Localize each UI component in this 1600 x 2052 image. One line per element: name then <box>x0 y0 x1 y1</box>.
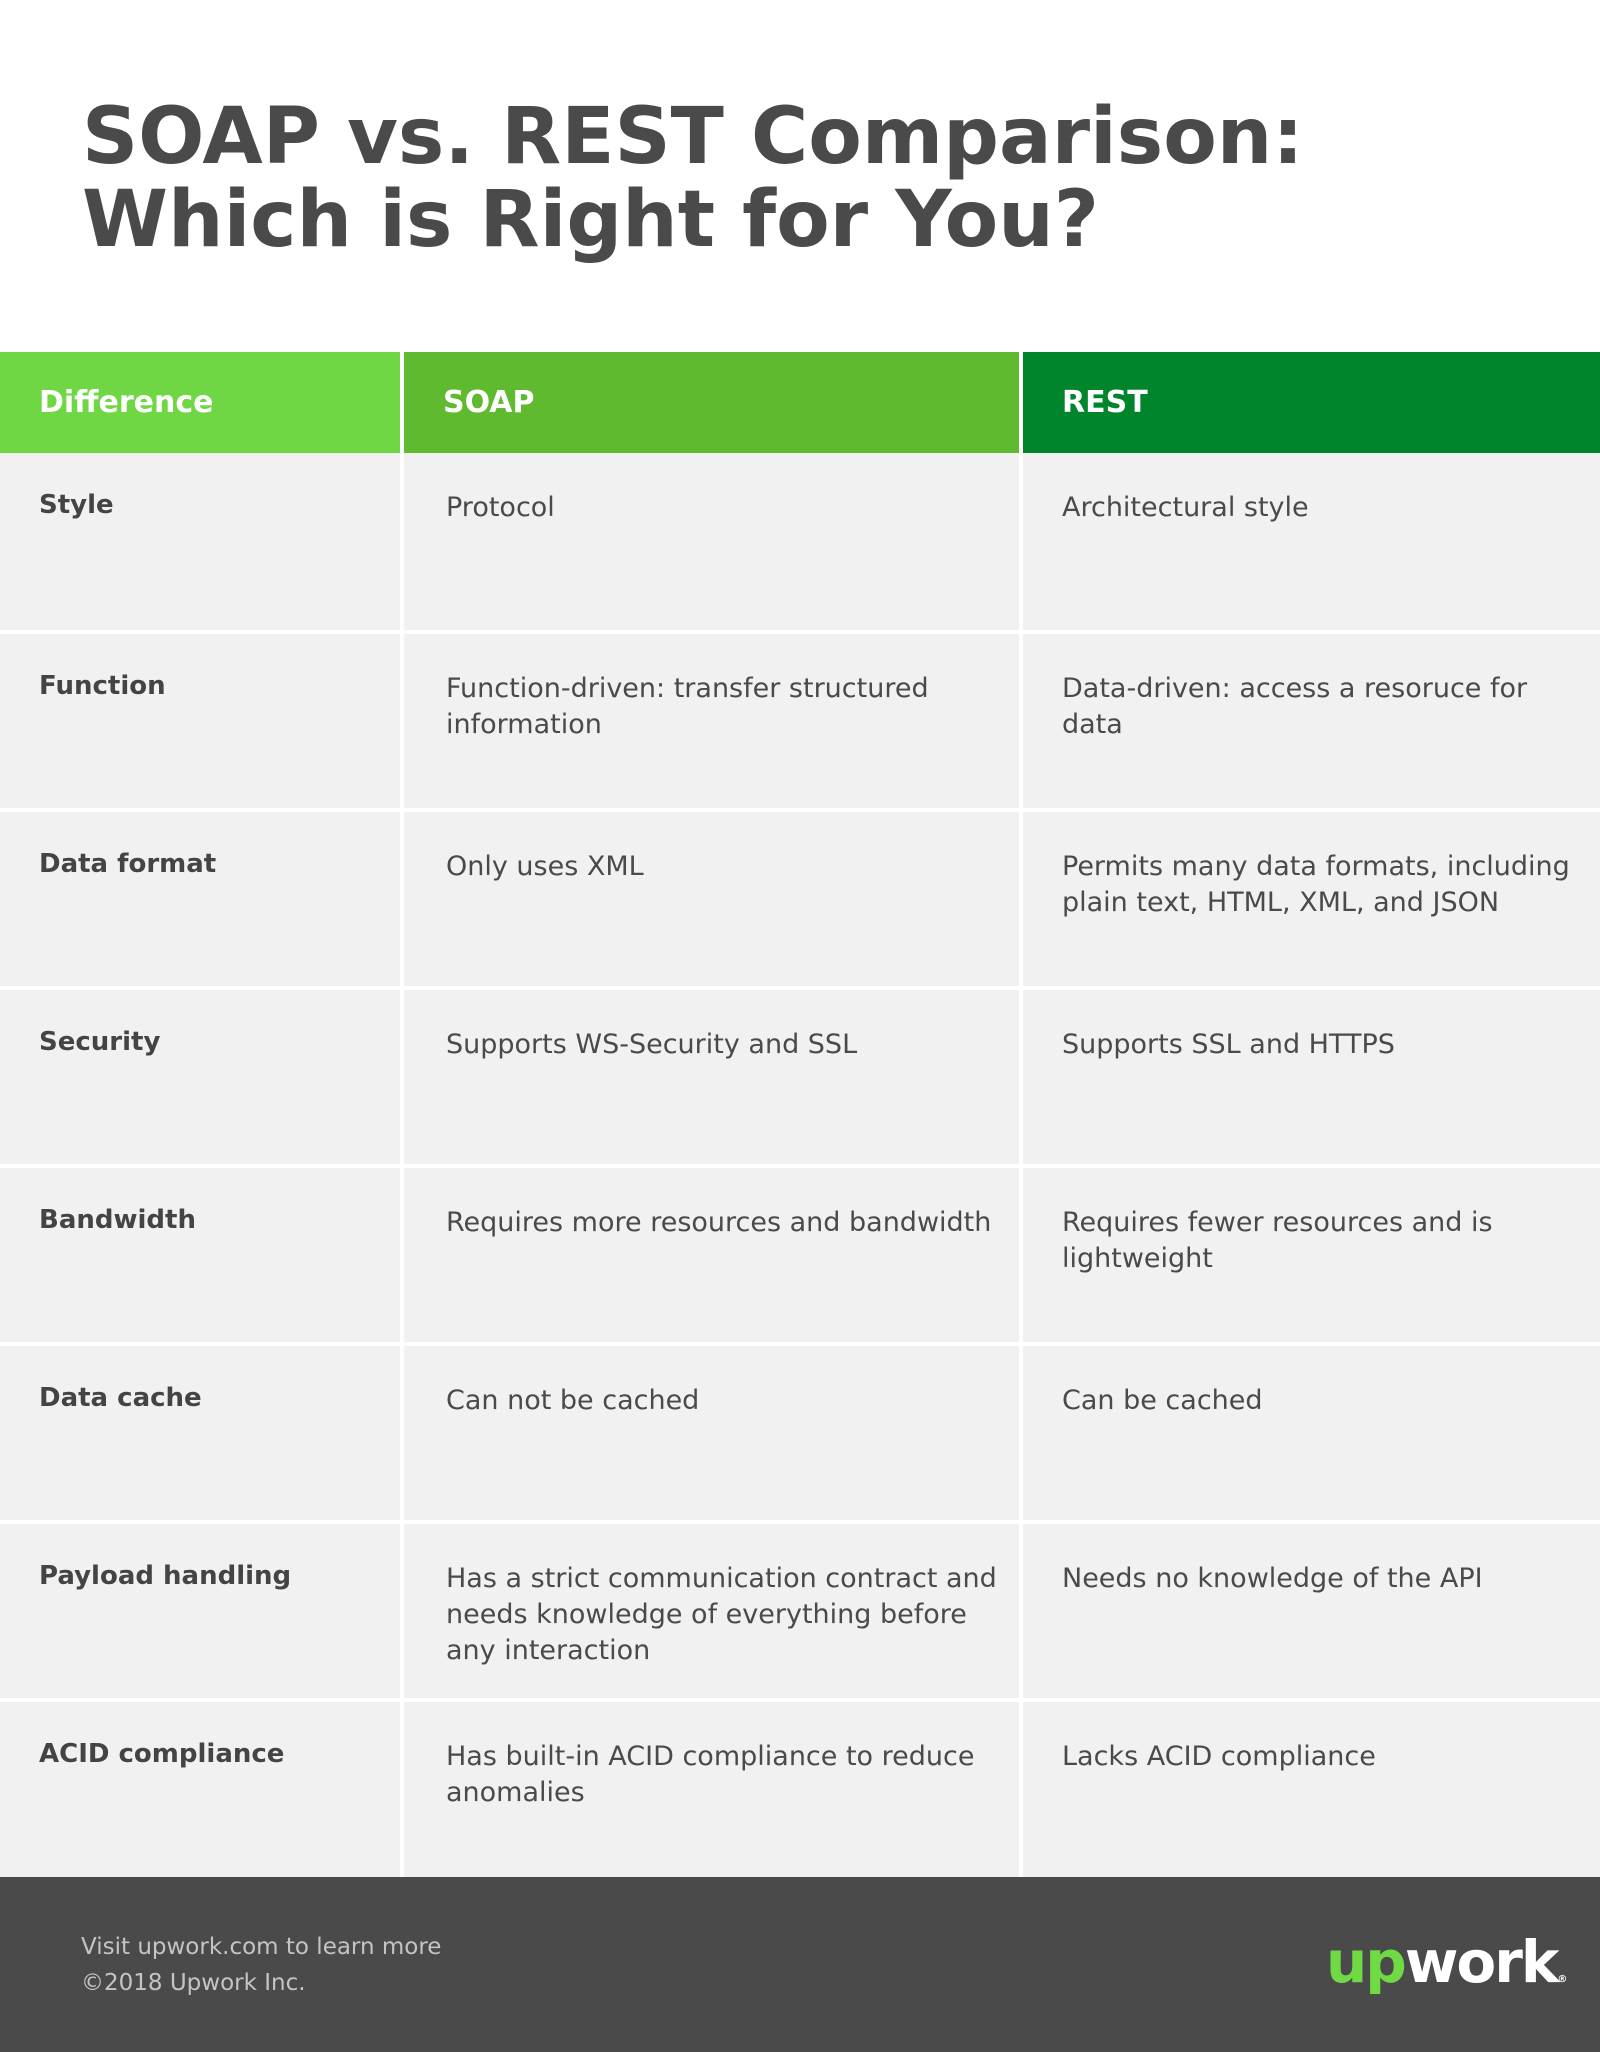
table-row: Payload handling Has a strict communicat… <box>0 1520 1600 1698</box>
soap-value: Has a strict communication contract and … <box>446 1563 997 1666</box>
rest-value: Can be cached <box>1062 1385 1263 1416</box>
soap-cell: Function-driven: transfer structured inf… <box>404 634 1019 808</box>
row-label: Payload handling <box>39 1561 292 1591</box>
difference-cell: Data cache <box>0 1346 400 1520</box>
soap-value: Has built-in ACID compliance to reduce a… <box>446 1741 975 1808</box>
rest-cell: Permits many data formats, including pla… <box>1023 812 1600 986</box>
table-row: Data cache Can not be cached Can be cach… <box>0 1342 1600 1520</box>
soap-value: Protocol <box>446 492 555 523</box>
soap-value: Only uses XML <box>446 851 644 882</box>
comparison-table: Difference SOAP REST Style Protocol Arch… <box>0 352 1600 1877</box>
soap-cell: Supports WS-Security and SSL <box>404 990 1019 1164</box>
table-row: Function Function-driven: transfer struc… <box>0 630 1600 808</box>
difference-cell: ACID compliance <box>0 1702 400 1877</box>
rest-cell: Supports SSL and HTTPS <box>1023 990 1600 1164</box>
rest-cell: Architectural style <box>1023 453 1600 630</box>
table-row: Data format Only uses XML Permits many d… <box>0 808 1600 986</box>
header-difference: Difference <box>0 352 400 453</box>
table-row: Security Supports WS-Security and SSL Su… <box>0 986 1600 1164</box>
row-label: Security <box>39 1027 161 1057</box>
footer: Visit upwork.com to learn more ©2018 Upw… <box>0 1877 1600 2052</box>
soap-cell: Has built-in ACID compliance to reduce a… <box>404 1702 1019 1877</box>
rest-value: Permits many data formats, including pla… <box>1062 851 1570 918</box>
row-label: ACID compliance <box>39 1739 285 1769</box>
table-row: ACID compliance Has built-in ACID compli… <box>0 1698 1600 1877</box>
difference-cell: Security <box>0 990 400 1164</box>
soap-cell: Only uses XML <box>404 812 1019 986</box>
rest-value: Supports SSL and HTTPS <box>1062 1029 1395 1060</box>
soap-cell: Has a strict communication contract and … <box>404 1524 1019 1698</box>
rest-value: Requires fewer resources and is lightwei… <box>1062 1207 1493 1274</box>
soap-value: Requires more resources and bandwidth <box>446 1207 992 1238</box>
difference-cell: Function <box>0 634 400 808</box>
rest-value: Architectural style <box>1062 492 1309 523</box>
rest-cell: Data-driven: access a resoruce for data <box>1023 634 1600 808</box>
rest-value: Data-driven: access a resoruce for data <box>1062 673 1528 740</box>
logo-up: up <box>1326 1928 1407 1996</box>
rest-value: Needs no knowledge of the API <box>1062 1563 1483 1594</box>
page-title: SOAP vs. REST Comparison: Which is Right… <box>82 96 1304 262</box>
rest-cell: Requires fewer resources and is lightwei… <box>1023 1168 1600 1342</box>
soap-value: Can not be cached <box>446 1385 700 1416</box>
header-rest: REST <box>1023 352 1600 453</box>
header-soap: SOAP <box>404 352 1019 453</box>
difference-cell: Style <box>0 453 400 630</box>
soap-cell: Can not be cached <box>404 1346 1019 1520</box>
difference-cell: Bandwidth <box>0 1168 400 1342</box>
registered-mark-icon: ® <box>1557 1974 1568 1985</box>
footer-text: Visit upwork.com to learn more ©2018 Upw… <box>81 1929 441 2001</box>
row-label: Bandwidth <box>39 1205 196 1235</box>
row-label: Data format <box>39 849 217 879</box>
table-row: Bandwidth Requires more resources and ba… <box>0 1164 1600 1342</box>
title-line-1: SOAP vs. REST Comparison: <box>82 92 1304 182</box>
difference-cell: Payload handling <box>0 1524 400 1698</box>
soap-cell: Requires more resources and bandwidth <box>404 1168 1019 1342</box>
rest-cell: Can be cached <box>1023 1346 1600 1520</box>
title-line-2: Which is Right for You? <box>82 175 1099 265</box>
rest-cell: Lacks ACID compliance <box>1023 1702 1600 1877</box>
rest-cell: Needs no knowledge of the API <box>1023 1524 1600 1698</box>
footer-copyright: ©2018 Upwork Inc. <box>81 1970 306 1996</box>
soap-value: Function-driven: transfer structured inf… <box>446 673 929 740</box>
table-row: Style Protocol Architectural style <box>0 453 1600 631</box>
row-label: Function <box>39 671 166 701</box>
row-label: Style <box>39 490 114 520</box>
row-label: Data cache <box>39 1383 202 1413</box>
upwork-logo: upwork® <box>1326 1927 1567 1997</box>
logo-work: work <box>1404 1928 1560 1996</box>
rest-value: Lacks ACID compliance <box>1062 1741 1376 1772</box>
soap-value: Supports WS-Security and SSL <box>446 1029 858 1060</box>
footer-visit-link[interactable]: Visit upwork.com to learn more <box>81 1929 441 1965</box>
difference-cell: Data format <box>0 812 400 986</box>
soap-cell: Protocol <box>404 453 1019 630</box>
